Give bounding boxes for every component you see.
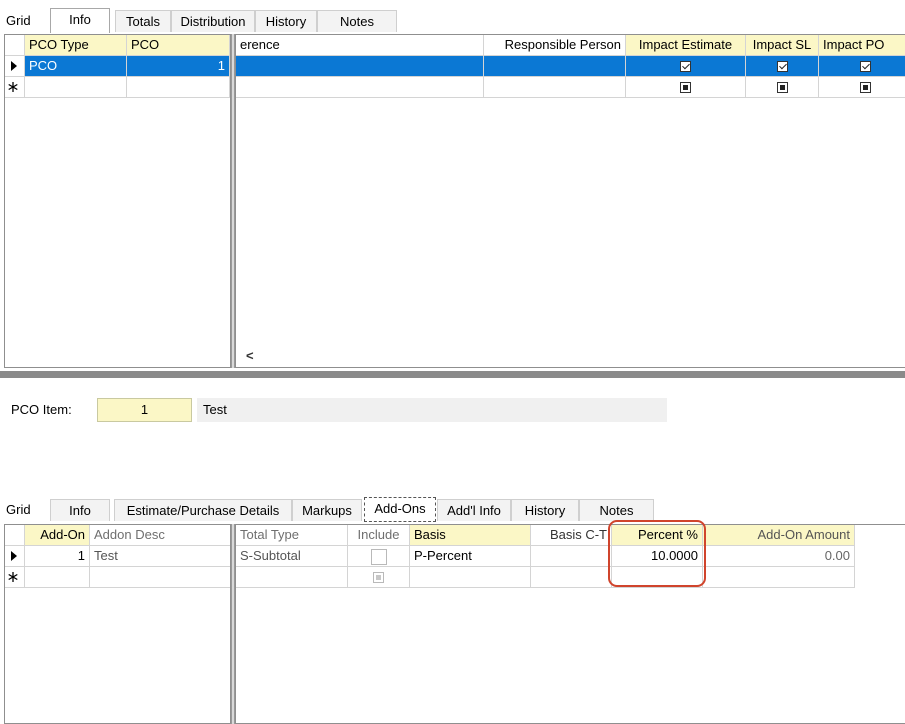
addon-current-row-indicator <box>5 546 25 567</box>
col-header-basis-c-t[interactable]: Basis C-T <box>531 525 612 546</box>
cell-pco[interactable]: 1 <box>127 56 230 77</box>
new-cell-reference[interactable] <box>236 77 484 98</box>
top-tab-info[interactable]: Info <box>50 8 110 33</box>
cell-reference[interactable] <box>236 56 484 77</box>
new-row-indicator <box>5 77 25 98</box>
cell-include[interactable] <box>348 546 410 567</box>
bottom-tabbar: Grid Info Estimate/Purchase Details Mark… <box>0 497 660 523</box>
col-header-responsible-person[interactable]: Responsible Person <box>484 35 626 56</box>
cell-impact-sl[interactable] <box>746 56 819 77</box>
bottom-tab-addl-info[interactable]: Add'l Info <box>437 499 511 521</box>
cell-pco-type[interactable]: PCO <box>25 56 127 77</box>
bottom-tab-grid[interactable]: Grid <box>0 499 50 521</box>
col-header-total-type[interactable]: Total Type <box>236 525 348 546</box>
asterisk-icon <box>8 82 18 92</box>
percent-highlight-annotation <box>608 520 706 587</box>
impact-po-checkbox[interactable] <box>860 61 871 73</box>
new-include-checkbox[interactable] <box>373 572 384 584</box>
new-cell-responsible-person[interactable] <box>484 77 626 98</box>
bottom-tab-notes[interactable]: Notes <box>579 499 654 521</box>
cell-add-on-amount[interactable]: 0.00 <box>703 546 855 567</box>
new-cell-total-type[interactable] <box>236 567 348 588</box>
cell-total-type[interactable]: S-Subtotal <box>236 546 348 567</box>
cell-impact-po[interactable] <box>819 56 905 77</box>
col-header-add-on-amount[interactable]: Add-On Amount <box>703 525 855 546</box>
new-cell-add-on-amount[interactable] <box>703 567 855 588</box>
col-header-impact-estimate[interactable]: Impact Estimate <box>626 35 746 56</box>
addon-new-row-indicator <box>5 567 25 588</box>
new-cell-pco[interactable] <box>127 77 230 98</box>
bottom-tab-estimate-purchase-details[interactable]: Estimate/Purchase Details <box>114 499 292 521</box>
new-cell-impact-sl[interactable] <box>746 77 819 98</box>
col-header-basis[interactable]: Basis <box>410 525 531 546</box>
impact-estimate-checkbox[interactable] <box>680 61 691 73</box>
top-tabbar: Grid Info Totals Distribution History No… <box>0 8 400 34</box>
scroll-left-arrow[interactable]: < <box>246 348 254 363</box>
cell-add-on[interactable]: 1 <box>25 546 90 567</box>
impact-sl-checkbox[interactable] <box>776 61 788 73</box>
bottom-tab-history[interactable]: History <box>511 499 579 521</box>
col-header-impact-sl[interactable]: Impact SL <box>746 35 819 56</box>
new-cell-addon-desc[interactable] <box>90 567 230 588</box>
bottom-corner-cell <box>5 525 25 546</box>
top-tab-distribution[interactable]: Distribution <box>171 10 255 32</box>
asterisk-icon <box>8 572 18 582</box>
top-corner-cell <box>5 35 25 56</box>
col-header-reference[interactable]: erence <box>236 35 484 56</box>
cell-responsible-person[interactable] <box>484 56 626 77</box>
bottom-grid-right-pane: Total Type Include Basis Basis C-T Perce… <box>235 524 905 724</box>
new-cell-basis-c-t[interactable] <box>531 567 612 588</box>
bottom-tab-markups[interactable]: Markups <box>292 499 362 521</box>
horizontal-splitter[interactable] <box>0 371 905 378</box>
col-header-addon-desc[interactable]: Addon Desc <box>90 525 230 546</box>
cell-addon-desc[interactable]: Test <box>90 546 230 567</box>
top-tab-grid[interactable]: Grid <box>0 10 50 32</box>
col-header-add-on[interactable]: Add-On <box>25 525 90 546</box>
cell-impact-estimate[interactable] <box>626 56 746 77</box>
new-impact-estimate-checkbox[interactable] <box>680 82 691 94</box>
new-cell-impact-estimate[interactable] <box>626 77 746 98</box>
bottom-grid-left-pane: Add-On Addon Desc 1 Test <box>4 524 231 724</box>
new-cell-basis[interactable] <box>410 567 531 588</box>
col-header-impact-po[interactable]: Impact PO <box>819 35 905 56</box>
col-header-pco-type[interactable]: PCO Type <box>25 35 127 56</box>
bottom-tab-info[interactable]: Info <box>50 499 110 521</box>
row-pointer-icon <box>11 61 17 71</box>
top-grid-left-pane: PCO Type PCO PCO 1 <box>4 34 231 368</box>
bottom-tab-add-ons[interactable]: Add-Ons <box>364 497 436 522</box>
new-impact-sl-checkbox[interactable] <box>776 82 788 94</box>
top-tab-history[interactable]: History <box>255 10 317 32</box>
new-cell-add-on[interactable] <box>25 567 90 588</box>
new-cell-include[interactable] <box>348 567 410 588</box>
new-cell-impact-po[interactable] <box>819 77 905 98</box>
current-row-indicator <box>5 56 25 77</box>
pco-item-number-field[interactable]: 1 <box>97 398 192 422</box>
pco-item-label: PCO Item: <box>11 402 72 417</box>
pco-item-description-field[interactable]: Test <box>197 398 667 422</box>
cell-basis[interactable]: P-Percent <box>410 546 531 567</box>
include-checkbox[interactable] <box>370 548 387 565</box>
top-grid-right-pane: erence Responsible Person Impact Estimat… <box>235 34 905 368</box>
horizontal-scrollbar[interactable]: < <box>236 347 905 367</box>
top-tab-totals[interactable]: Totals <box>115 10 171 32</box>
col-header-pco[interactable]: PCO <box>127 35 230 56</box>
cell-basis-c-t[interactable] <box>531 546 612 567</box>
new-impact-po-checkbox[interactable] <box>860 82 871 94</box>
new-cell-pco-type[interactable] <box>25 77 127 98</box>
top-tab-notes[interactable]: Notes <box>317 10 397 32</box>
col-header-include[interactable]: Include <box>348 525 410 546</box>
row-pointer-icon <box>11 551 17 561</box>
